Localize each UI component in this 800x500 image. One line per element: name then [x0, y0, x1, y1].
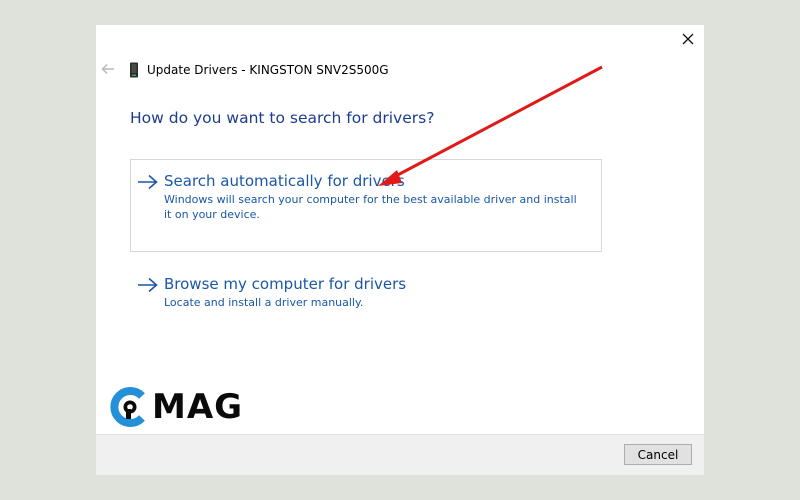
- logo-text: MAG: [152, 387, 244, 427]
- option-description: Locate and install a driver manually.: [164, 296, 364, 309]
- dialog-footer: Cancel: [96, 434, 704, 475]
- option-description: Windows will search your computer for th…: [164, 193, 577, 221]
- search-automatically-option[interactable]: Search automatically for drivers Windows…: [130, 159, 602, 252]
- arrow-right-icon: [138, 277, 158, 293]
- close-button[interactable]: [678, 29, 698, 49]
- close-icon: [682, 33, 694, 45]
- dialog-title-bar: Update Drivers - KINGSTON SNV2S500G: [129, 61, 389, 79]
- arrow-right-icon: [138, 174, 158, 190]
- dialog-title: Update Drivers - KINGSTON SNV2S500G: [147, 63, 389, 77]
- watermark-logo: MAG: [110, 387, 243, 427]
- back-button[interactable]: [100, 61, 116, 77]
- back-arrow-icon: [101, 64, 114, 74]
- dialog-question: How do you want to search for drivers?: [130, 109, 435, 127]
- option-title: Browse my computer for drivers: [164, 275, 407, 293]
- update-drivers-dialog: Update Drivers - KINGSTON SNV2S500G How …: [96, 25, 704, 475]
- drive-device-icon: [130, 62, 138, 78]
- browse-computer-option[interactable]: Browse my computer for drivers Locate an…: [130, 271, 602, 315]
- cancel-button[interactable]: Cancel: [624, 444, 692, 465]
- option-title: Search automatically for drivers: [164, 172, 405, 190]
- logo-c-icon: [110, 387, 145, 427]
